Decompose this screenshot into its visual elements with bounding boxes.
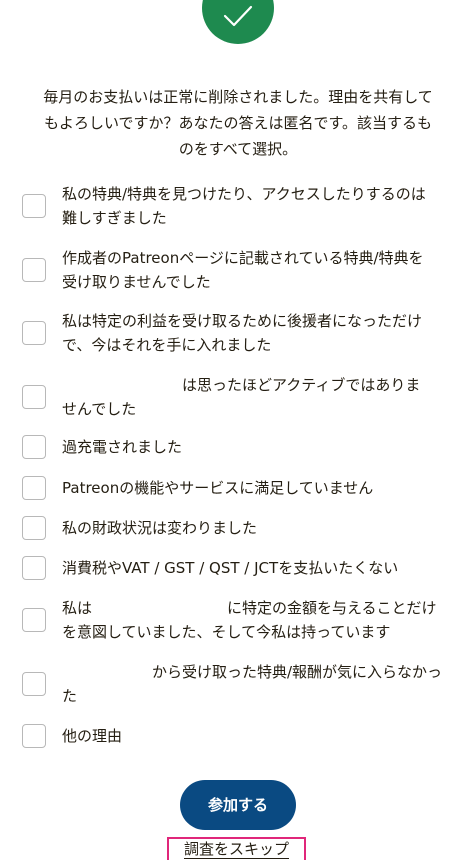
checkbox[interactable]: [22, 672, 46, 696]
checkbox[interactable]: [22, 516, 46, 540]
message-line: 毎月のお支払いは正常に削除されました。理由を共有して: [43, 88, 433, 106]
reason-label: 消費税やVAT / GST / QST / JCTを支払いたくない: [62, 559, 399, 577]
reason-label: は思ったほどアクティブではありま せんでした: [62, 376, 421, 418]
reason-label: 作成者のPatreonページに記載されている特典/特典を 受け取りませんでした: [62, 249, 424, 291]
reason-label: 私は に特定の金額を与えることだけ を意図していました、そして今私は持っています: [62, 599, 437, 641]
checkbox[interactable]: [22, 435, 46, 459]
message-line: もよろしいですか？あなたの答えは匿名です。該当するも: [43, 114, 433, 132]
reason-label: から受け取った特典/報酬が気に入らなかった: [62, 663, 443, 705]
checkbox[interactable]: [22, 321, 46, 345]
checkbox[interactable]: [22, 258, 46, 282]
checkbox[interactable]: [22, 724, 46, 748]
confirmation-message: 毎月のお支払いは正常に削除されました。理由を共有して もよろしいですか？あなたの…: [20, 84, 456, 162]
reason-label: 私は特定の利益を受け取るために後援者になっただけ で、今はそれを手に入れました: [62, 312, 423, 354]
reason-option-unhappy-with-patreon[interactable]: Patreonの機能やサービスに満足していません: [22, 473, 456, 503]
reason-option-rewards-not-received[interactable]: 作成者のPatreonページに記載されている特典/特典を 受け取りませんでした: [22, 240, 456, 300]
success-badge: [202, 0, 274, 44]
reason-option-other[interactable]: 他の理由: [22, 721, 456, 751]
reason-option-disliked-rewards[interactable]: から受け取った特典/報酬が気に入らなかった: [22, 654, 456, 714]
checkbox[interactable]: [22, 476, 46, 500]
reason-option-sales-tax[interactable]: 消費税やVAT / GST / QST / JCTを支払いたくない: [22, 553, 456, 583]
reason-option-financial-change[interactable]: 私の財政状況は変わりました: [22, 513, 456, 543]
reason-label: 過充電されました: [62, 438, 183, 456]
reason-label: 私の財政状況は変わりました: [62, 519, 258, 537]
skip-survey-link[interactable]: 調査をスキップ: [167, 837, 306, 860]
reason-option-overcharged[interactable]: 過充電されました: [22, 432, 456, 462]
reason-option-got-benefit[interactable]: 私は特定の利益を受け取るために後援者になっただけ で、今はそれを手に入れました: [22, 303, 456, 363]
reason-option-creator-not-active[interactable]: は思ったほどアクティブではありま せんでした: [22, 367, 456, 427]
checkbox[interactable]: [22, 385, 46, 409]
checkbox[interactable]: [22, 608, 46, 632]
checkbox[interactable]: [22, 194, 46, 218]
checkmark-icon: [223, 5, 253, 27]
reason-label: 私の特典/特典を見つけたり、アクセスしたりするのは 難しすぎました: [62, 185, 426, 227]
checkbox[interactable]: [22, 556, 46, 580]
reason-label: Patreonの機能やサービスに満足していません: [62, 479, 374, 497]
skip-survey-label: 調査をスキップ: [183, 840, 289, 859]
message-line: のをすべて選択。: [178, 140, 298, 158]
reason-option-rewards-hard-to-access[interactable]: 私の特典/特典を見つけたり、アクセスしたりするのは 難しすぎました: [22, 176, 456, 236]
join-button[interactable]: 参加する: [180, 780, 296, 830]
reason-option-fixed-amount[interactable]: 私は に特定の金額を与えることだけ を意図していました、そして今私は持っています: [22, 590, 456, 650]
reason-label: 他の理由: [62, 727, 123, 745]
